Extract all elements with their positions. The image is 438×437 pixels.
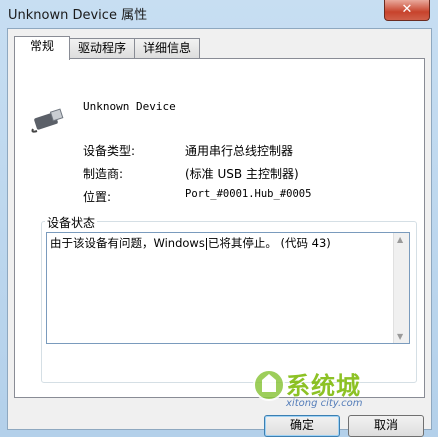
watermark-subtitle: xitong city.com (286, 398, 363, 409)
ok-button[interactable]: 确定 (264, 415, 340, 437)
watermark-title: 系统城 (286, 371, 361, 400)
window-title: Unknown Device 属性 (8, 8, 148, 23)
manufacturer-label: 制造商: (83, 167, 124, 181)
device-status-text: 由于该设备有问题，Windows 已将其停止。 (代码 43) (50, 235, 331, 251)
location-label: 位置: (83, 190, 112, 204)
general-panel: Unknown Device 设备类型: 通用串行总线控制器 制造商: (标准 … (14, 58, 425, 398)
watermark-logo-icon (253, 369, 285, 401)
location-value: Port_#0001.Hub_#0005 (185, 188, 312, 200)
manufacturer-value: (标准 USB 主控制器) (185, 167, 299, 181)
status-text-part2: 已将其停止。 (代码 43) (207, 236, 331, 250)
status-text-part1: 由于该设备有问题，Windows (50, 236, 205, 250)
scroll-down-icon[interactable]: ▼ (397, 332, 403, 341)
title-bar[interactable]: Unknown Device 属性 ✕ (0, 0, 438, 28)
device-name: Unknown Device (83, 100, 176, 113)
cancel-button[interactable]: 取消 (348, 415, 424, 437)
device-type-value: 通用串行总线控制器 (185, 144, 294, 158)
usb-connector-icon (31, 108, 64, 133)
properties-window: Unknown Device 属性 ✕ 常规 驱动程序 详细信息 Unknown… (0, 0, 438, 437)
close-button[interactable]: ✕ (384, 0, 430, 21)
scroll-up-icon[interactable]: ▲ (397, 235, 403, 244)
device-type-label: 设备类型: (83, 144, 136, 158)
device-status-legend: 设备状态 (45, 214, 98, 231)
status-scrollbar[interactable]: ▲ ▼ (393, 233, 409, 343)
device-status-textbox[interactable]: 由于该设备有问题，Windows 已将其停止。 (代码 43) ▲ ▼ (46, 232, 410, 344)
tab-driver[interactable]: 驱动程序 (69, 38, 135, 59)
text-caret (205, 237, 207, 250)
watermark: 系统城 xitong city.com (252, 364, 412, 416)
tab-details[interactable]: 详细信息 (134, 38, 200, 59)
tab-general[interactable]: 常规 (14, 36, 70, 60)
